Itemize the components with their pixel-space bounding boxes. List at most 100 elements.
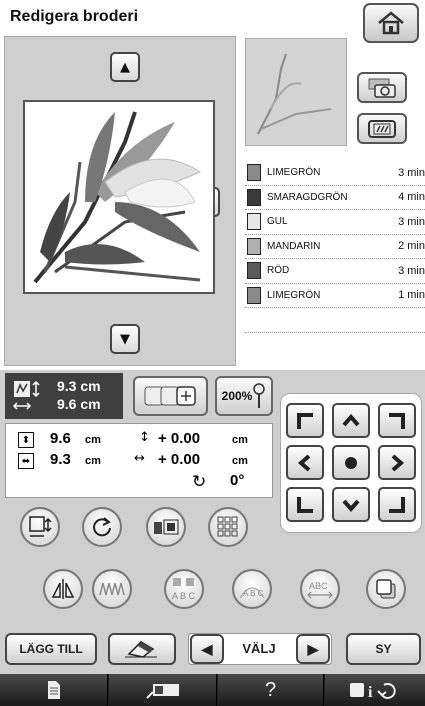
corner-down-left-icon [297,496,313,513]
frame-button[interactable] [357,113,407,144]
camera-button[interactable] [357,72,407,103]
delete-button[interactable] [108,633,176,665]
add-button[interactable]: LÄGG TILL [5,633,97,665]
pin-icon [253,383,266,408]
thread-color-button[interactable] [146,507,186,547]
select-next-button[interactable]: ▶ [296,634,330,664]
array-text-button[interactable]: A B C [164,569,204,609]
density-button[interactable] [208,507,248,547]
thread-swatch [247,286,261,304]
embroidery-preview[interactable] [23,100,215,294]
thumbnail-design [257,53,332,135]
list-item[interactable]: MANDARIN 2 min [245,235,425,259]
rotate-button[interactable] [82,507,122,547]
thread-name: LIMEGRÖN [267,167,321,179]
corner-down-right-icon [389,496,405,513]
arc-text-icon: A B C [239,587,265,599]
chevron-left-icon [297,453,311,472]
resize-button[interactable] [20,507,60,547]
move-down-button-pad[interactable] [332,487,370,522]
multicolor-icon [144,386,196,406]
arrow-up-icon: ▲ [120,59,130,75]
arc-text-button[interactable]: A B C [232,569,272,609]
thread-time: 4 min [398,191,425,204]
mirror-button[interactable] [43,569,83,609]
height-unit: cm [85,434,101,446]
horizontal-offset-icon: ↔ [134,451,145,466]
list-item[interactable]: LIMEGRÖN 3 min [245,161,425,186]
move-up-button[interactable]: ▲ [110,52,140,82]
pattern-width: 9.6 cm [57,396,101,412]
corner-up-left-icon [297,412,313,429]
list-item[interactable]: LIMEGRÖN 1 min [245,284,425,308]
arrow-down-icon: ▼ [120,331,130,347]
move-down-button[interactable]: ▼ [110,324,140,354]
sew-button[interactable]: SY [346,633,421,665]
thread-name: LIMEGRÖN [267,289,321,301]
vertical-offset-value: + 0.00 [158,430,201,447]
size-display: 9.3 cm 9.6 cm [5,373,123,419]
chevron-down-icon [342,499,360,512]
thread-name: SMARAGDGRÖN [267,191,348,203]
move-left-button-pad[interactable] [286,445,324,480]
arrow-right-icon: ▶ [307,640,319,657]
density-icon [217,516,238,537]
svg-text:ABC: ABC [309,581,328,591]
machine-tab[interactable] [109,674,217,706]
move-up-button-pad[interactable] [332,403,370,438]
thread-swatch [247,213,261,231]
rotation-icon: ↻ [192,472,207,492]
mirror-icon [51,579,75,599]
arrow-left-icon: ◀ [201,640,213,657]
chevron-up-icon [342,413,360,426]
svg-text:A B C: A B C [172,591,196,601]
page-title: Redigera broderi [10,8,139,25]
rotation-angle: 0° [230,472,245,489]
list-item[interactable]: SMARAGDGRÖN 4 min [245,186,425,210]
array-text-icon: A B C [172,578,196,601]
thread-name: GUL [267,216,288,228]
spacing-text-button[interactable]: ABC [300,569,340,609]
thread-swatch [247,237,261,255]
svg-text:A B C: A B C [243,589,264,598]
camera-icon [368,78,396,98]
thread-swatch [247,188,261,206]
list-item [245,308,425,333]
svg-text:i: i [368,684,373,701]
thread-time: 3 min [398,166,425,179]
zoom-level: 200% [221,389,253,403]
move-up-right-button[interactable] [378,403,416,438]
thread-name: MANDARIN [267,240,321,252]
rotate-icon [93,517,111,537]
center-button[interactable] [332,445,370,480]
settings-tab[interactable]: i [325,674,425,706]
move-down-left-button[interactable] [286,487,324,522]
border-button[interactable] [92,569,132,609]
move-down-right-button[interactable] [378,487,416,522]
height-icon: ⬍ [18,432,34,448]
height-value: 9.6 [50,430,71,447]
corner-up-right-icon [389,412,405,429]
thread-color-icon [154,519,179,535]
home-icon [378,11,404,35]
zoom-button[interactable]: 200% [215,376,273,416]
list-item[interactable]: GUL 3 min [245,210,425,235]
thread-color-list: LIMEGRÖN 3 min SMARAGDGRÖN 4 min GUL 3 min … [245,161,425,333]
machine-icon [145,684,179,699]
move-right-button-pad[interactable] [378,445,416,480]
page-tab[interactable] [0,674,108,706]
spacing-text-icon: ABC [307,581,333,599]
help-tab[interactable]: ? [218,674,324,706]
design-thumbnail [245,38,347,146]
copy-button[interactable] [366,569,406,609]
chevron-right-icon [391,453,405,472]
list-item[interactable]: RÖD 3 min [245,259,425,284]
thread-swatch [247,262,261,280]
multicolor-button[interactable] [133,376,208,416]
home-button[interactable] [363,3,419,43]
select-previous-button[interactable]: ◀ [190,634,224,664]
move-up-left-button[interactable] [286,403,324,438]
vertical-offset-icon: ↕ [139,430,150,445]
width-icon: ⬌ [18,453,34,469]
thread-time: 3 min [398,215,425,228]
